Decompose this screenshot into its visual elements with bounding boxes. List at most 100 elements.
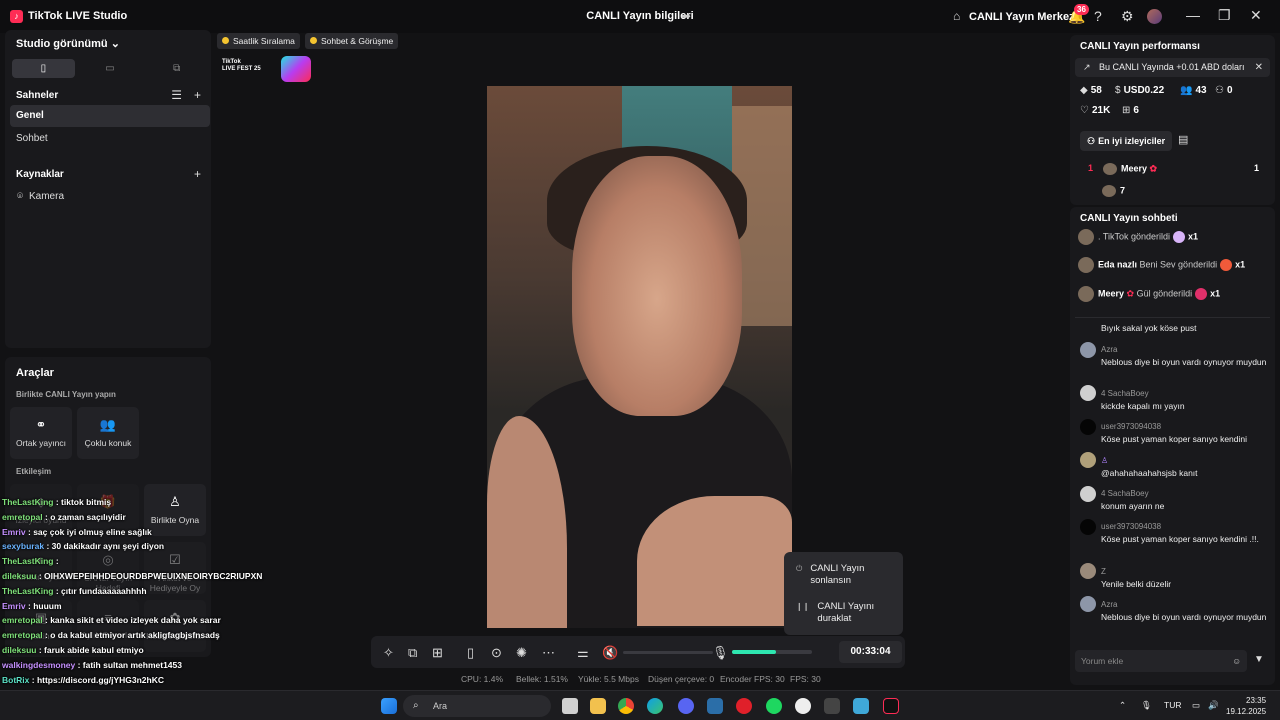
- settings-sliders-icon[interactable]: ⚌: [577, 645, 589, 661]
- chat-overlay: TheLastKing : tiktok bitmiş emretopal : o…: [2, 497, 262, 719]
- help-icon[interactable]: ?: [1094, 8, 1102, 24]
- landscape-orientation-button[interactable]: ▭: [79, 59, 142, 78]
- magic-wand-icon[interactable]: ✧: [383, 645, 394, 661]
- spotify-icon[interactable]: [766, 698, 782, 714]
- chat-meet-tag[interactable]: Sohbet & Görüşme: [305, 33, 399, 49]
- speaker-volume-slider[interactable]: [623, 651, 713, 654]
- search-icon: ⌕: [413, 700, 419, 711]
- chrome-icon[interactable]: [618, 698, 634, 714]
- add-source-icon[interactable]: +: [194, 167, 201, 181]
- edge-icon[interactable]: [647, 698, 663, 714]
- multi-guest-tool[interactable]: 👥 Çoklu konuk: [77, 407, 139, 459]
- overlay-chat-line: dileksuu : faruk abide kabul etmiyo: [2, 645, 262, 660]
- steam-icon[interactable]: [707, 698, 723, 714]
- send-icon[interactable]: ▼: [1254, 654, 1264, 665]
- portrait-orientation-button[interactable]: ▯: [12, 59, 75, 78]
- layout-icon[interactable]: ⊞: [432, 645, 443, 661]
- comment-input[interactable]: Yorum ekle ☺: [1075, 650, 1247, 672]
- minimize-icon[interactable]: —: [1186, 7, 1200, 23]
- phone-icon[interactable]: ▯: [467, 645, 474, 661]
- tray-mic-icon[interactable]: 🎙: [1141, 700, 1152, 711]
- overlay-chat-text: : çıtır fundaaaaaahhhh: [55, 585, 147, 596]
- record-icon[interactable]: ⊙: [491, 645, 502, 661]
- top-viewer-row[interactable]: 7: [1102, 185, 1125, 197]
- tools-title: Araçlar: [16, 367, 54, 379]
- live-center-button[interactable]: CANLI Yayın Merkezi: [969, 11, 1078, 23]
- obs-icon[interactable]: [795, 698, 811, 714]
- coin-icon: [222, 37, 229, 44]
- top-viewers-button[interactable]: ⚇ En iyi izleyiciler: [1080, 131, 1173, 151]
- task-view-icon[interactable]: [562, 698, 578, 714]
- list-icon[interactable]: ☰: [171, 88, 182, 102]
- users-icon: 👥: [99, 417, 117, 432]
- scene-item-sohbet[interactable]: Sohbet: [10, 128, 210, 150]
- file-explorer-icon[interactable]: [590, 698, 606, 714]
- close-icon[interactable]: ✕: [1250, 7, 1262, 24]
- discord-icon[interactable]: [678, 698, 694, 714]
- more-icon[interactable]: ⋯: [542, 645, 555, 661]
- overlay-chat-user: Emriv: [2, 600, 26, 611]
- upload-stat: Yükle: 5.5 Mbps: [578, 674, 639, 684]
- opera-icon[interactable]: [736, 698, 752, 714]
- tiktok-live-studio-icon[interactable]: [883, 698, 899, 714]
- co-host-tool[interactable]: ⚭ Ortak yayıncı: [10, 407, 72, 459]
- hourly-ranking-tag[interactable]: Saatlik Sıralama: [217, 33, 300, 49]
- pause-live-option[interactable]: ❙❙ CANLI Yayını duraklat: [796, 601, 879, 625]
- notepad-icon[interactable]: [853, 698, 869, 714]
- end-live-popup: ⏻ CANLI Yayın sonlansın ❙❙ CANLI Yayını du…: [784, 552, 903, 635]
- language-indicator[interactable]: TUR: [1164, 700, 1181, 710]
- live-timer-button[interactable]: 00:33:04: [839, 641, 902, 663]
- mic-volume-slider[interactable]: [732, 650, 812, 654]
- microphone-icon[interactable]: 🎙: [712, 645, 729, 661]
- overlay-chat-text: :: [55, 556, 59, 567]
- emoji-icon[interactable]: ☺: [1232, 650, 1241, 672]
- avatar: [1103, 163, 1118, 175]
- end-live-option[interactable]: ⏻ CANLI Yayın sonlansın: [796, 563, 870, 587]
- camera-preview[interactable]: [487, 86, 792, 628]
- sources-title: Kaynaklar: [16, 169, 64, 180]
- livefest-badge[interactable]: TikTok LIVE FEST 25: [220, 56, 312, 82]
- gift-message: Eda nazlı Beni Sev gönderildi x1: [1078, 257, 1245, 273]
- scene-item-genel[interactable]: Genel: [10, 105, 210, 127]
- dual-orientation-button[interactable]: ⧉: [145, 59, 208, 78]
- close-banner-icon[interactable]: ✕: [1255, 58, 1263, 77]
- studio-view-dropdown[interactable]: Studio görünümü ⌄: [16, 37, 120, 50]
- cpu-stat: CPU: 1.4%: [461, 674, 504, 684]
- top-viewer-row[interactable]: 1 Meery ✿ 1: [1088, 163, 1259, 175]
- windows-start-icon[interactable]: [381, 698, 397, 714]
- add-scene-icon[interactable]: +: [194, 88, 201, 102]
- speaker-muted-icon[interactable]: 🔇: [602, 645, 618, 661]
- performance-title: CANLI Yayın performansı: [1080, 41, 1200, 52]
- chat-message: Bıyık sakal yok köse pust: [1101, 323, 1197, 333]
- video-subject-arm: [637, 496, 792, 626]
- tiktok-logo-icon: ♪: [10, 10, 23, 23]
- power-icon: ⏻: [796, 564, 803, 573]
- effects-icon[interactable]: ✺: [516, 645, 527, 661]
- dropped-frames-stat: Düşen çerçeve: 0: [648, 674, 715, 684]
- screen-add-icon[interactable]: ⧉: [408, 645, 417, 661]
- notification-badge: 36: [1074, 4, 1089, 15]
- app-icon[interactable]: [824, 698, 840, 714]
- pause-icon: ❙❙: [796, 602, 810, 611]
- gear-icon[interactable]: ⚙: [1121, 8, 1134, 25]
- avatar: [1080, 452, 1096, 468]
- overlay-chat-user: TheLastKing: [2, 556, 54, 567]
- volume-icon[interactable]: 🔊: [1208, 700, 1219, 711]
- source-item-camera[interactable]: ⌾ Kamera: [17, 191, 64, 202]
- share-icon[interactable]: ➦: [681, 9, 691, 23]
- tray-chevron-icon[interactable]: ⌃: [1119, 700, 1126, 711]
- clock[interactable]: 23:35 19.12.2025: [1226, 695, 1266, 717]
- overlay-chat-line: emretopal : o da kabul etmiyor artık akl…: [2, 630, 262, 645]
- list-detail-icon[interactable]: ▤: [1178, 133, 1188, 146]
- taskbar-search[interactable]: ⌕ Ara: [403, 695, 551, 717]
- network-icon[interactable]: ▭: [1192, 700, 1200, 711]
- overlay-chat-user: TheLastKing: [2, 497, 54, 507]
- overlay-chat-user: TheLastKing: [2, 585, 54, 596]
- avatar[interactable]: [1147, 9, 1162, 24]
- maximize-icon[interactable]: ❐: [1218, 7, 1231, 24]
- overlay-chat-line: emretopal : o zaman saçılıyidir: [2, 512, 262, 527]
- chat-title: CANLI Yayın sohbeti: [1080, 213, 1178, 224]
- overlay-chat-text: : 30 dakikadır aynı şeyi diyon: [46, 541, 165, 552]
- home-icon[interactable]: ⌂: [953, 9, 960, 23]
- orientation-switch: ▯ ▭ ⧉: [12, 59, 208, 78]
